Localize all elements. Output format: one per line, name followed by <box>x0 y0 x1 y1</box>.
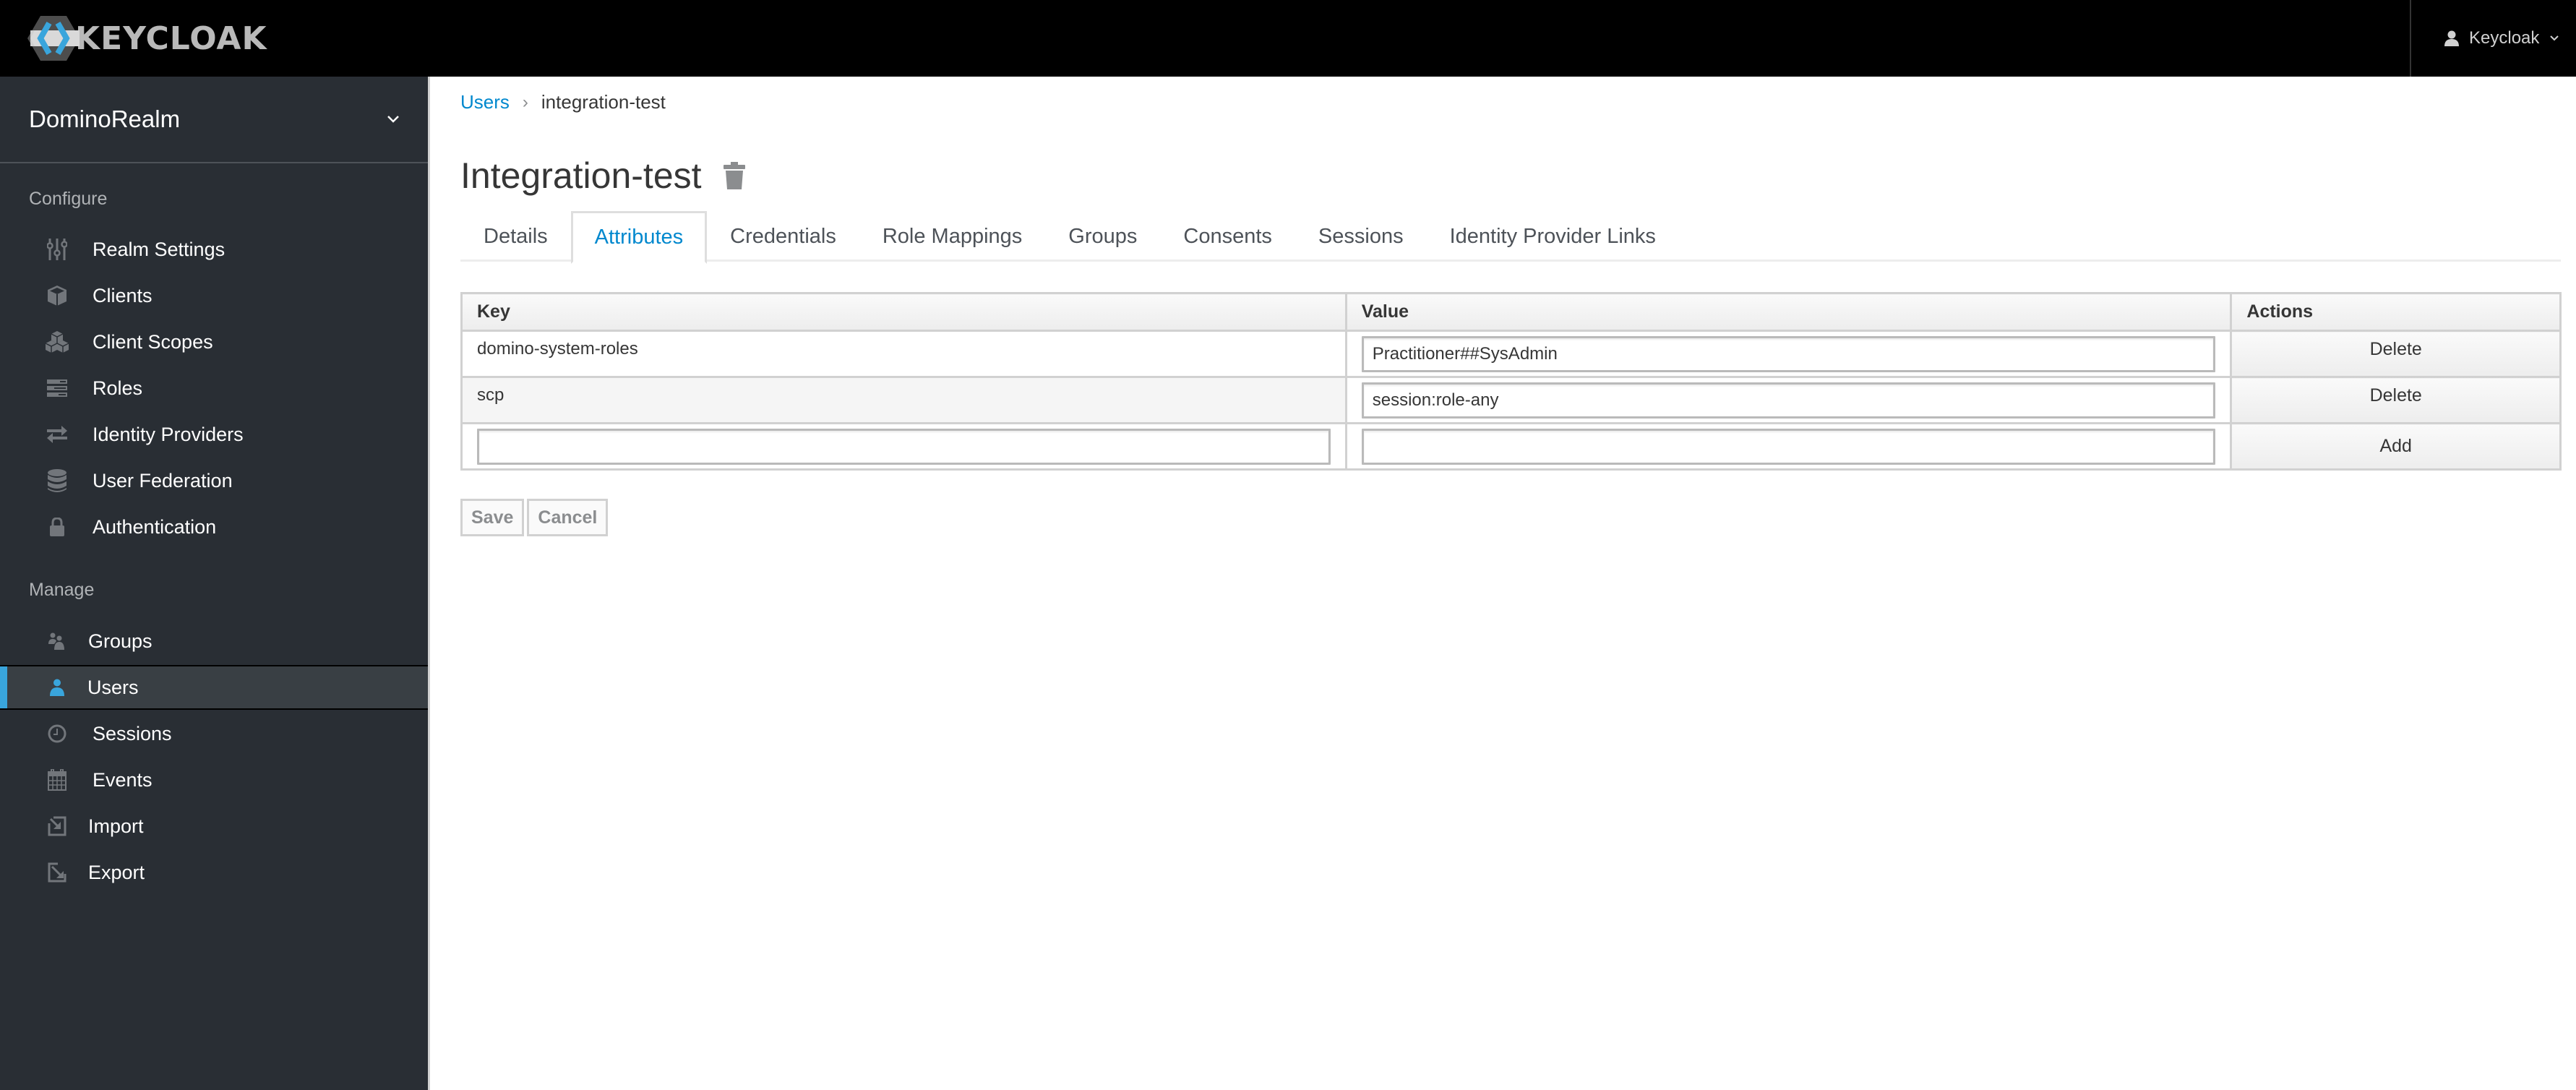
tab-sessions[interactable]: Sessions <box>1295 211 1427 262</box>
page-title: Integration-test <box>460 155 702 196</box>
user-menu-dropdown[interactable]: Keycloak <box>2410 0 2576 77</box>
sidebar-item-sessions[interactable]: Sessions <box>0 711 428 756</box>
column-header-value: Value <box>1344 292 2233 332</box>
new-key-cell <box>460 422 1347 471</box>
section-title-configure: Configure <box>29 189 108 209</box>
user-tabs: Details Attributes Credentials Role Mapp… <box>460 211 2561 264</box>
new-attribute-value-input[interactable] <box>1361 428 2216 465</box>
table-header-row: Key Value Actions <box>460 292 2562 332</box>
user-icon <box>45 675 69 700</box>
new-attribute-row: Add <box>460 422 2562 471</box>
realm-name: DominoRealm <box>29 106 181 132</box>
import-icon <box>45 814 69 838</box>
sidebar-item-groups[interactable]: Groups <box>0 619 428 664</box>
column-header-actions: Actions <box>2230 292 2562 332</box>
sidebar-item-users[interactable]: Users <box>0 665 428 710</box>
sidebar: DominoRealm Configure Realm Settings Cli… <box>0 77 430 1090</box>
sidebar-item-label: Events <box>93 768 153 791</box>
add-attribute-button[interactable]: Add <box>2230 422 2562 471</box>
tab-identity-provider-links[interactable]: Identity Provider Links <box>1427 211 1679 262</box>
page-title-row: Integration-test <box>460 155 745 197</box>
sidebar-item-import[interactable]: Import <box>0 804 428 849</box>
cubes-icon <box>45 330 69 354</box>
server-icon <box>45 376 69 400</box>
user-menu-label: Keycloak <box>2469 28 2540 48</box>
clock-icon <box>45 721 69 746</box>
delete-attribute-button[interactable]: Delete <box>2230 376 2562 424</box>
attribute-value-cell <box>1344 330 2233 378</box>
brand-name: KEYCLOAK <box>75 20 267 57</box>
sidebar-item-label: Import <box>88 815 144 837</box>
tab-details[interactable]: Details <box>460 211 571 262</box>
sidebar-item-label: Realm Settings <box>93 238 226 260</box>
section-title-manage: Manage <box>29 580 95 600</box>
sidebar-item-label: Export <box>88 861 145 883</box>
tab-attributes[interactable]: Attributes <box>570 211 708 264</box>
form-actions: Save Cancel <box>460 499 611 536</box>
calendar-icon <box>45 768 69 792</box>
tab-credentials[interactable]: Credentials <box>707 211 859 262</box>
keycloak-logo-icon <box>27 16 80 61</box>
keycloak-logo[interactable]: KEYCLOAK <box>27 14 267 62</box>
delete-attribute-button[interactable]: Delete <box>2230 330 2562 378</box>
attribute-value-input[interactable] <box>1361 335 2216 372</box>
breadcrumb-current: integration-test <box>541 91 666 113</box>
sidebar-item-client-scopes[interactable]: Client Scopes <box>0 319 428 364</box>
breadcrumb-separator: › <box>522 92 528 112</box>
add-label: Add <box>2379 436 2412 456</box>
users-icon <box>45 629 69 653</box>
chevron-down-icon <box>2550 35 2559 41</box>
sidebar-item-user-federation[interactable]: User Federation <box>0 458 428 503</box>
sidebar-item-label: Groups <box>88 630 153 652</box>
tab-role-mappings[interactable]: Role Mappings <box>859 211 1045 262</box>
sidebar-item-label: Clients <box>93 284 153 306</box>
exchange-icon <box>45 422 69 447</box>
table-row: domino-system-roles Delete <box>460 330 2562 378</box>
breadcrumb: Users › integration-test <box>460 91 666 113</box>
tab-consents[interactable]: Consents <box>1160 211 1295 262</box>
user-icon <box>2444 30 2459 46</box>
sidebar-item-identity-providers[interactable]: Identity Providers <box>0 412 428 457</box>
delete-label: Delete <box>2369 339 2422 359</box>
trash-icon[interactable] <box>723 162 745 189</box>
realm-selector[interactable]: DominoRealm <box>0 77 428 163</box>
column-header-key: Key <box>460 292 1347 332</box>
table-row: scp Delete <box>460 376 2562 424</box>
breadcrumb-users-link[interactable]: Users <box>460 91 510 113</box>
sidebar-item-label: Authentication <box>93 515 217 538</box>
new-attribute-key-input[interactable] <box>477 428 1331 465</box>
cancel-button[interactable]: Cancel <box>527 499 609 536</box>
sidebar-item-events[interactable]: Events <box>0 758 428 802</box>
database-icon <box>45 468 69 493</box>
sidebar-item-label: Roles <box>93 377 143 399</box>
save-button[interactable]: Save <box>460 499 525 536</box>
attribute-key: scp <box>460 376 1347 424</box>
sidebar-item-realm-settings[interactable]: Realm Settings <box>0 227 428 272</box>
sidebar-item-authentication[interactable]: Authentication <box>0 505 428 549</box>
sliders-icon <box>45 237 69 262</box>
cube-icon <box>45 283 69 308</box>
tab-groups[interactable]: Groups <box>1045 211 1160 262</box>
attributes-table: Key Value Actions domino-system-roles De… <box>460 292 2562 471</box>
chevron-down-icon <box>387 116 399 123</box>
sidebar-item-label: User Federation <box>93 469 233 492</box>
sidebar-item-label: Client Scopes <box>93 330 213 353</box>
sidebar-item-label: Identity Providers <box>93 423 244 445</box>
export-icon <box>45 860 69 885</box>
attribute-value-input[interactable] <box>1361 382 2216 419</box>
top-navbar: KEYCLOAK Keycloak <box>0 0 2576 77</box>
lock-icon <box>45 515 69 539</box>
sidebar-item-label: Sessions <box>93 722 172 744</box>
sidebar-item-export[interactable]: Export <box>0 850 428 895</box>
delete-label: Delete <box>2369 385 2422 405</box>
main-content: Users › integration-test Integration-tes… <box>432 77 2576 1090</box>
sidebar-item-roles[interactable]: Roles <box>0 366 428 411</box>
sidebar-item-clients[interactable]: Clients <box>0 273 428 318</box>
new-value-cell <box>1344 422 2233 471</box>
sidebar-item-label: Users <box>87 676 139 698</box>
attribute-value-cell <box>1344 376 2233 424</box>
attribute-key: domino-system-roles <box>460 330 1347 378</box>
